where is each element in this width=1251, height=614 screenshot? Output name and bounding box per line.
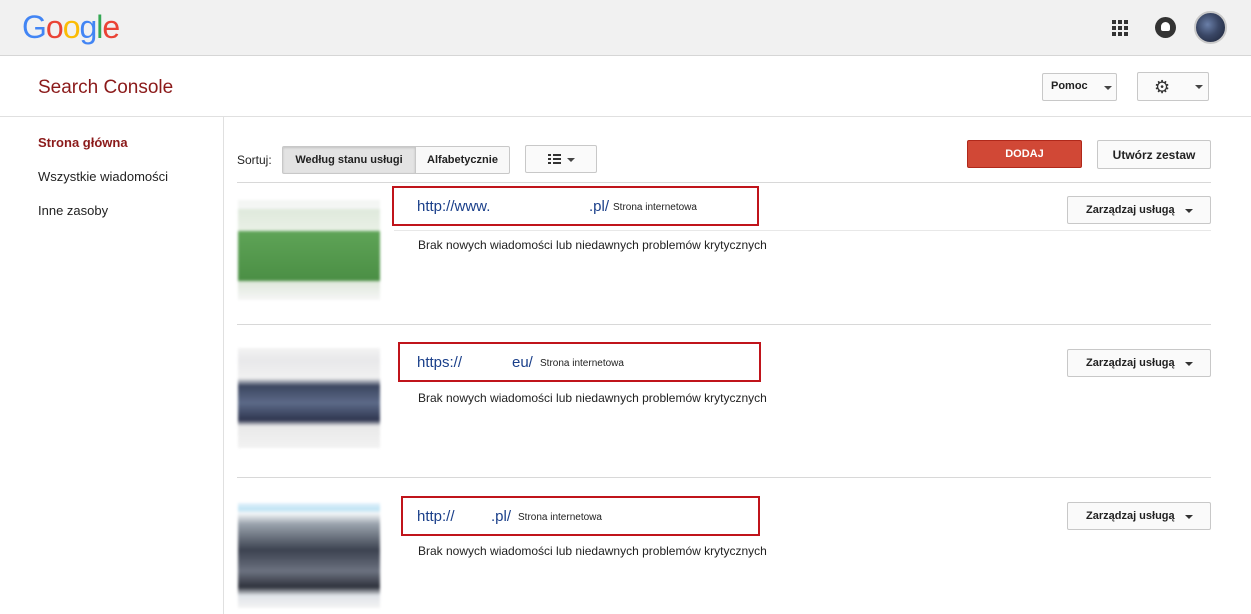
sidebar-divider [223, 117, 224, 614]
help-dropdown-button[interactable]: Pomoc [1042, 73, 1117, 101]
logo-letter-e: e [102, 9, 120, 45]
property-url-prefix[interactable]: https:// [417, 354, 462, 371]
property-url-suffix[interactable]: .pl/ [589, 198, 609, 215]
sidebar-item-home[interactable]: Strona główna [38, 135, 128, 150]
property-url-highlight: http:// .pl/ Strona internetowa [401, 496, 760, 536]
row-divider [237, 324, 1211, 325]
property-url-prefix[interactable]: http://www. [417, 198, 490, 215]
chevron-down-icon [1195, 85, 1203, 89]
row-divider [237, 477, 1211, 478]
google-logo[interactable]: Google [22, 9, 120, 46]
manage-property-button[interactable]: Zarządzaj usługą [1067, 502, 1211, 530]
logo-letter-o2: o [62, 9, 81, 45]
chevron-down-icon [1104, 86, 1112, 90]
chevron-down-icon [1185, 362, 1193, 366]
chevron-down-icon [1185, 209, 1193, 213]
property-status: Brak nowych wiadomości lub niedawnych pr… [418, 238, 767, 252]
sort-alphabetical-button[interactable]: Alfabetycznie [415, 146, 510, 174]
manage-property-button[interactable]: Zarządzaj usługą [1067, 349, 1211, 377]
sidebar-item-other-resources[interactable]: Inne zasoby [38, 203, 108, 218]
sort-by-status-button[interactable]: Według stanu usługi [282, 146, 416, 174]
property-status: Brak nowych wiadomości lub niedawnych pr… [418, 391, 767, 405]
page-title: Search Console [38, 77, 174, 98]
settings-dropdown-button[interactable]: ⚙ [1137, 72, 1209, 101]
create-set-button[interactable]: Utwórz zestaw [1097, 140, 1211, 169]
apps-grid-icon[interactable] [1112, 20, 1128, 36]
help-label: Pomoc [1051, 80, 1088, 92]
property-thumbnail[interactable] [238, 348, 380, 448]
property-status: Brak nowych wiadomości lub niedawnych pr… [418, 544, 767, 558]
chevron-down-icon [1185, 515, 1193, 519]
property-url-suffix[interactable]: eu/ [512, 354, 533, 371]
property-divider [394, 230, 1211, 231]
property-url-highlight: https:// eu/ Strona internetowa [398, 342, 761, 382]
top-bar: Google [0, 0, 1251, 56]
chevron-down-icon [567, 158, 575, 162]
header-divider [0, 116, 1251, 117]
property-url-suffix[interactable]: .pl/ [491, 508, 511, 525]
logo-letter-o1: o [45, 9, 64, 45]
manage-label: Zarządzaj usługą [1086, 357, 1175, 369]
property-type: Strona internetowa [518, 512, 602, 523]
account-avatar[interactable] [1194, 11, 1227, 44]
notifications-icon[interactable] [1155, 17, 1176, 38]
manage-label: Zarządzaj usługą [1086, 204, 1175, 216]
gear-icon: ⚙ [1154, 77, 1171, 97]
view-mode-dropdown-button[interactable] [525, 145, 597, 173]
manage-property-button[interactable]: Zarządzaj usługą [1067, 196, 1211, 224]
property-url-highlight: http://www. .pl/ Strona internetowa [392, 186, 759, 226]
logo-letter-g: G [22, 9, 47, 45]
add-property-button[interactable]: DODAJ [967, 140, 1082, 168]
property-thumbnail[interactable] [238, 200, 380, 300]
property-thumbnail[interactable] [238, 503, 380, 608]
sort-label: Sortuj: [237, 153, 272, 167]
list-view-icon [548, 154, 561, 165]
property-type: Strona internetowa [540, 358, 624, 369]
property-url-prefix[interactable]: http:// [417, 508, 455, 525]
logo-letter-g2: g [79, 9, 97, 45]
sidebar-item-all-messages[interactable]: Wszystkie wiadomości [38, 169, 168, 184]
property-type: Strona internetowa [613, 202, 697, 213]
manage-label: Zarządzaj usługą [1086, 510, 1175, 522]
toolbar-divider [237, 182, 1211, 183]
